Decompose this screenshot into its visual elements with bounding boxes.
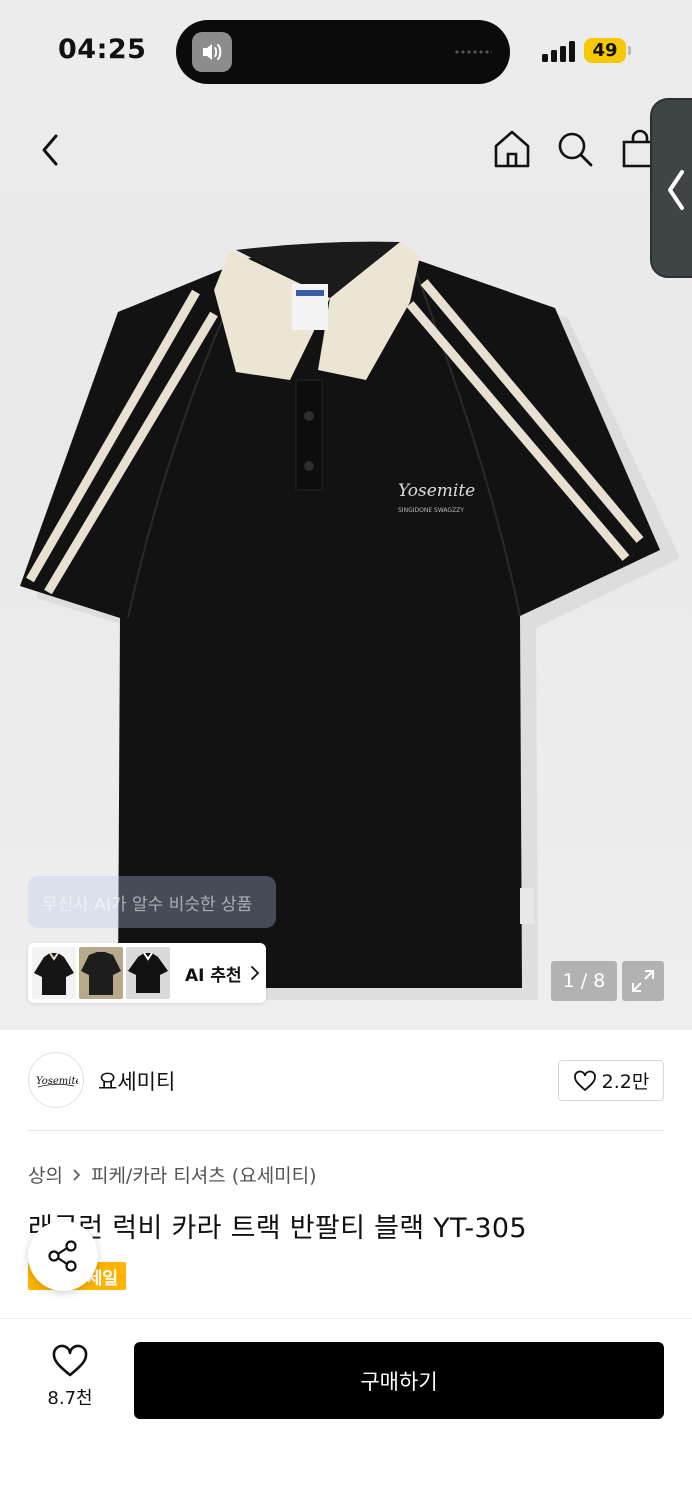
thumbnail-1[interactable]: [32, 947, 76, 999]
speaker-icon: [192, 32, 232, 72]
bottom-bar-divider: [0, 1318, 692, 1319]
thumbnail-3[interactable]: [126, 947, 170, 999]
product-title: 래글런 럭비 카라 트랙 반팔티 블랙 YT-305: [28, 1213, 527, 1244]
chevron-right-icon: [250, 966, 259, 980]
brand-like-button[interactable]: 2.2만: [558, 1060, 664, 1101]
brand-logo-mark: Yosemite: [36, 1076, 78, 1088]
buy-button[interactable]: 구매하기: [134, 1342, 664, 1419]
ai-hint-banner: 무신사 AI가 알수 비슷한 상품: [28, 876, 276, 928]
heart-icon: [52, 1344, 88, 1377]
breadcrumb-item-category[interactable]: 상의: [28, 1161, 63, 1188]
ai-recommend-card[interactable]: AI 추천: [28, 943, 266, 1003]
svg-text:Yosemite: Yosemite: [398, 481, 475, 501]
ai-recommend-label: AI 추천: [185, 965, 242, 986]
chevron-left-icon: [668, 170, 684, 210]
wishlist-count: 8.7천: [47, 1388, 93, 1409]
share-icon: [48, 1240, 77, 1272]
dynamic-island: [176, 20, 510, 84]
chevron-left-icon[interactable]: [36, 130, 66, 170]
battery-icon: 49: [584, 38, 626, 63]
product-image-area[interactable]: 04:25 49 Yosemite SINGIDONE SWAGZZY 무신사 …: [0, 0, 692, 1030]
wishlist-button[interactable]: 8.7천: [30, 1344, 110, 1416]
status-time: 04:25: [58, 34, 147, 65]
image-pager: 1 / 8: [551, 961, 617, 1001]
chevron-right-icon: [73, 1168, 81, 1181]
activity-dots: [454, 50, 492, 54]
brand-like-count: 2.2만: [601, 1071, 650, 1093]
brand-logo[interactable]: Yosemite: [28, 1052, 84, 1108]
brand-name[interactable]: 요세미티: [98, 1066, 175, 1096]
share-button[interactable]: [28, 1221, 98, 1291]
battery-tip: [628, 46, 631, 55]
home-icon[interactable]: [492, 128, 532, 170]
expand-icon[interactable]: [622, 961, 664, 1001]
svg-text:SINGIDONE SWAGZZY: SINGIDONE SWAGZZY: [398, 507, 464, 514]
search-icon[interactable]: [555, 128, 595, 170]
breadcrumb: 상의 피케/카라 티셔츠 (요세미티): [28, 1161, 317, 1188]
signal-icon: [542, 40, 576, 62]
thumbnail-2[interactable]: [79, 947, 123, 999]
breadcrumb-item-subcategory[interactable]: 피케/카라 티셔츠 (요세미티): [91, 1161, 317, 1188]
divider: [28, 1130, 664, 1131]
heart-icon: [573, 1070, 596, 1091]
